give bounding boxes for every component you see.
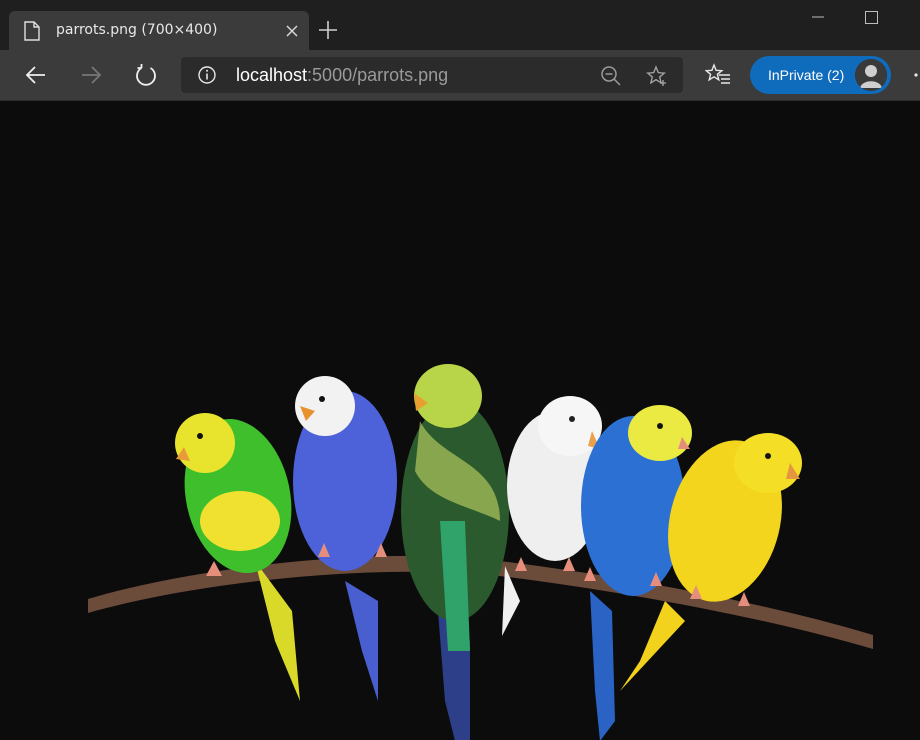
parrots-image xyxy=(88,364,873,740)
image-viewport xyxy=(0,101,920,740)
plus-icon[interactable] xyxy=(318,20,338,40)
close-icon[interactable] xyxy=(285,24,299,38)
forward-arrow-icon[interactable] xyxy=(79,63,103,87)
url-path: :5000/parrots.png xyxy=(307,65,449,85)
favorites-icon[interactable] xyxy=(705,63,731,87)
file-icon xyxy=(24,21,40,41)
refresh-icon[interactable] xyxy=(134,63,158,87)
parrot-green-yellow xyxy=(175,413,300,701)
parrot-blue-white xyxy=(293,376,397,701)
profile-avatar-icon xyxy=(855,59,887,91)
tab-strip: parrots.png (700×400) xyxy=(0,0,920,50)
address-bar[interactable]: localhost:5000/parrots.png xyxy=(181,57,683,93)
zoom-out-icon[interactable] xyxy=(600,65,622,87)
url-host: localhost xyxy=(236,65,308,85)
star-plus-icon[interactable] xyxy=(646,65,668,87)
tab-title: parrots.png (700×400) xyxy=(56,22,218,38)
parrot-green-striped xyxy=(401,364,509,740)
info-icon[interactable] xyxy=(198,66,216,84)
back-arrow-icon[interactable] xyxy=(24,63,48,87)
maximize-icon[interactable] xyxy=(864,10,880,26)
inprivate-label: InPrivate (2) xyxy=(768,67,845,83)
more-icon[interactable] xyxy=(912,68,920,82)
minimize-icon[interactable] xyxy=(810,8,826,24)
url-text[interactable]: localhost:5000/parrots.png xyxy=(236,57,448,93)
tab-active[interactable]: parrots.png (700×400) xyxy=(9,11,309,50)
inprivate-profile-button[interactable]: InPrivate (2) xyxy=(750,56,891,94)
